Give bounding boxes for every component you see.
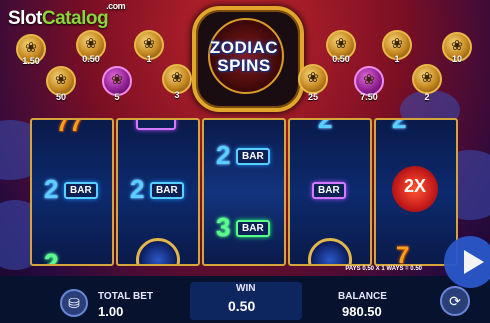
- prize-value: 1: [146, 54, 152, 64]
- three-bar-digit: 3: [216, 212, 231, 242]
- prize-value: 0.50: [82, 54, 100, 64]
- bar-digit: 2: [318, 118, 333, 134]
- medallion-symbol: [308, 238, 352, 264]
- seven-symbol: 77: [56, 118, 83, 137]
- prize-value: 1: [394, 54, 400, 64]
- zodiac-animal-icon: ❀: [25, 39, 37, 55]
- bar-symbol: BAR: [150, 182, 184, 199]
- prize-value: 3: [174, 90, 180, 100]
- bar-digit: 2: [392, 118, 407, 134]
- balance-label: BALANCE: [338, 291, 387, 302]
- total-bet-value: 1.00: [98, 304, 124, 319]
- prize-value: 25: [307, 92, 318, 102]
- bar-symbol: BAR: [236, 220, 270, 237]
- bar-symbol: BAR: [236, 148, 270, 165]
- prize-value: 0.50: [332, 54, 350, 64]
- multiplier-symbol: 2X: [392, 166, 438, 212]
- prize-value: 1.50: [22, 56, 40, 66]
- reel-4: 2 BAR: [288, 118, 372, 266]
- reel-5: 2 2X 7: [374, 118, 458, 266]
- prize-coin-rooster: ❀: [298, 64, 328, 94]
- two-bar-digit: 2: [216, 140, 231, 170]
- medallion-symbol: [136, 238, 180, 264]
- zodiac-animal-icon: ❀: [85, 35, 97, 51]
- zodiac-animal-icon: ❀: [171, 69, 183, 85]
- total-bet-label: TOTAL BET: [98, 291, 153, 302]
- zodiac-animal-icon: ❀: [391, 35, 403, 51]
- prize-value: 5: [114, 92, 120, 102]
- multiplier-value: 2X: [403, 176, 427, 196]
- game-title-badge: ZODIAC SPINS: [178, 2, 310, 112]
- win-label: WIN: [236, 283, 256, 294]
- reel-3: 2 BAR 3 BAR: [202, 118, 286, 266]
- zodiac-animal-icon: ❀: [55, 71, 67, 87]
- zodiac-animal-icon: ❀: [111, 71, 123, 87]
- prize-value: 2: [424, 92, 430, 102]
- bar-symbol: [136, 120, 176, 130]
- seven-symbol: 7: [396, 242, 410, 266]
- zodiac-animal-icon: ❀: [335, 35, 347, 51]
- win-value: 0.50: [228, 298, 256, 314]
- bar-symbol: BAR: [312, 182, 346, 199]
- game-stage: SlotCatalog.com ZODIAC SPINS ❀ 1.50 ❀ 0.…: [0, 0, 490, 323]
- zodiac-animal-icon: ❀: [143, 35, 155, 51]
- play-icon: [464, 250, 484, 274]
- logo-suffix: .com: [106, 0, 126, 11]
- reel-2: 2 BAR: [116, 118, 200, 266]
- balance-value: 980.50: [342, 304, 382, 319]
- game-title-line-1: ZODIAC: [209, 38, 279, 57]
- prize-value: 50: [55, 92, 66, 102]
- prize-coin-pig: ❀: [412, 64, 442, 94]
- reel-1: 77 2 BAR 2: [30, 118, 114, 266]
- refresh-icon: ⟳: [449, 293, 461, 309]
- autoplay-button[interactable]: ⟳: [440, 286, 470, 316]
- two-bar-digit: 2: [130, 174, 145, 204]
- bar-digit: 2: [44, 248, 59, 266]
- zodiac-animal-icon: ❀: [421, 69, 433, 85]
- prize-value: 7.50: [360, 92, 378, 102]
- game-title-line-2: SPINS: [217, 56, 271, 75]
- two-bar-digit: 2: [44, 174, 59, 204]
- spin-button[interactable]: [444, 236, 490, 288]
- coins-stack-icon: ⛁: [68, 295, 80, 311]
- logo-part-1: Slot: [8, 8, 42, 29]
- bar-symbol: BAR: [64, 182, 98, 199]
- ways-info-line: PAYS 0.50 X 1 WAYS = 0.50: [345, 266, 422, 272]
- bet-coins-button[interactable]: ⛁: [60, 289, 88, 317]
- logo-part-2: Catalog: [41, 8, 109, 29]
- zodiac-animal-icon: ❀: [451, 37, 463, 53]
- zodiac-animal-icon: ❀: [363, 71, 375, 87]
- zodiac-animal-icon: ❀: [307, 69, 319, 85]
- slotcatalog-logo: SlotCatalog.com: [8, 1, 127, 30]
- reels-area: 77 2 BAR 2 2 BAR 2 BAR 3 BAR 2 BAR 2 2X …: [30, 118, 460, 266]
- prize-value: 10: [451, 54, 462, 64]
